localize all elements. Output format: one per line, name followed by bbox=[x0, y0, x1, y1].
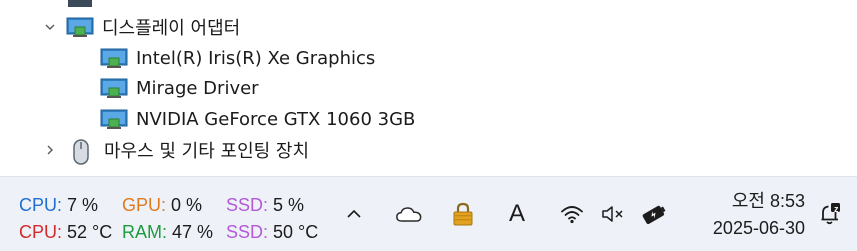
hardware-monitor[interactable]: CPU: 7 % GPU: 0 % SSD: 5 % CPU: 52 °C RA… bbox=[19, 195, 339, 245]
system-clock[interactable]: 오전 8:53 2025-06-30 bbox=[690, 188, 805, 242]
tree-item-nvidia-gtx1060[interactable]: NVIDIA GeForce GTX 1060 3GB bbox=[100, 104, 415, 134]
display-adapter-icon bbox=[66, 16, 94, 38]
notification-bell-icon[interactable]: z bbox=[815, 199, 845, 229]
device-category-icon bbox=[66, 0, 94, 11]
tree-row-partial-bottom bbox=[100, 168, 220, 176]
ssd-usage-stat: SSD: 5 % bbox=[226, 195, 304, 216]
tree-category-mice[interactable]: 마우스 및 기타 포인팅 장치 bbox=[40, 135, 540, 165]
cpu-usage-value: 7 % bbox=[67, 195, 99, 215]
display-adapter-icon bbox=[100, 77, 128, 99]
mouse-icon bbox=[72, 139, 90, 165]
tree-category-display-adapters[interactable]: 디스플레이 어댑터 bbox=[40, 12, 540, 42]
ime-glyph: A bbox=[508, 200, 525, 227]
display-adapter-icon bbox=[100, 108, 128, 130]
cpu-temp-value: 52 °C bbox=[67, 222, 113, 242]
battery-charging-icon[interactable] bbox=[637, 198, 671, 230]
ssd-label: SSD: bbox=[226, 195, 269, 215]
tree-category-label: 마우스 및 기타 포인팅 장치 bbox=[104, 141, 310, 162]
lock-app-icon[interactable] bbox=[448, 197, 478, 231]
tree-item-label: NVIDIA GeForce GTX 1060 3GB bbox=[136, 108, 416, 130]
onedrive-cloud-icon[interactable] bbox=[392, 199, 426, 229]
cpu-label: CPU: bbox=[19, 195, 63, 215]
clock-date: 2025-06-30 bbox=[712, 218, 805, 238]
tree-item-label: Intel(R) Iris(R) Xe Graphics bbox=[136, 47, 376, 69]
ssd-temp-stat: SSD: 50 °C bbox=[226, 222, 318, 243]
gpu-label: GPU: bbox=[122, 195, 167, 215]
tree-item-mirage-driver[interactable]: Mirage Driver bbox=[100, 73, 259, 103]
wifi-icon[interactable] bbox=[555, 199, 589, 229]
volume-muted-icon[interactable] bbox=[596, 199, 630, 229]
notification-badge: z bbox=[834, 204, 839, 214]
gpu-usage-stat: GPU: 0 % bbox=[122, 195, 202, 216]
clock-time: 오전 8:53 bbox=[731, 191, 805, 211]
cpu-temp-label: CPU: bbox=[19, 222, 63, 242]
ssd-usage-value: 5 % bbox=[273, 195, 305, 215]
device-tree: 디스플레이 어댑터 Intel(R) Iris(R) Xe Graphics M… bbox=[0, 0, 857, 176]
cpu-usage-stat: CPU: 7 % bbox=[19, 195, 98, 216]
chevron-down-icon[interactable] bbox=[43, 20, 57, 34]
ram-label: RAM: bbox=[122, 222, 167, 242]
gpu-usage-value: 0 % bbox=[171, 195, 203, 215]
ram-usage-stat: RAM: 47 % bbox=[122, 222, 213, 243]
chevron-right-icon[interactable] bbox=[43, 143, 57, 157]
cpu-temp-stat: CPU: 52 °C bbox=[19, 222, 112, 243]
tree-item-intel-iris[interactable]: Intel(R) Iris(R) Xe Graphics bbox=[100, 43, 375, 73]
ssd-temp-label: SSD: bbox=[226, 222, 269, 242]
chevron-up-icon[interactable] bbox=[340, 199, 368, 229]
ssd-temp-value: 50 °C bbox=[273, 222, 319, 242]
ime-icon[interactable]: A bbox=[500, 197, 534, 231]
tree-category-label: 디스플레이 어댑터 bbox=[102, 18, 241, 39]
display-adapter-icon bbox=[100, 47, 128, 69]
taskbar: CPU: 7 % GPU: 0 % SSD: 5 % CPU: 52 °C RA… bbox=[0, 176, 857, 251]
tree-item-label: Mirage Driver bbox=[136, 77, 259, 99]
ram-usage-value: 47 % bbox=[172, 222, 214, 242]
